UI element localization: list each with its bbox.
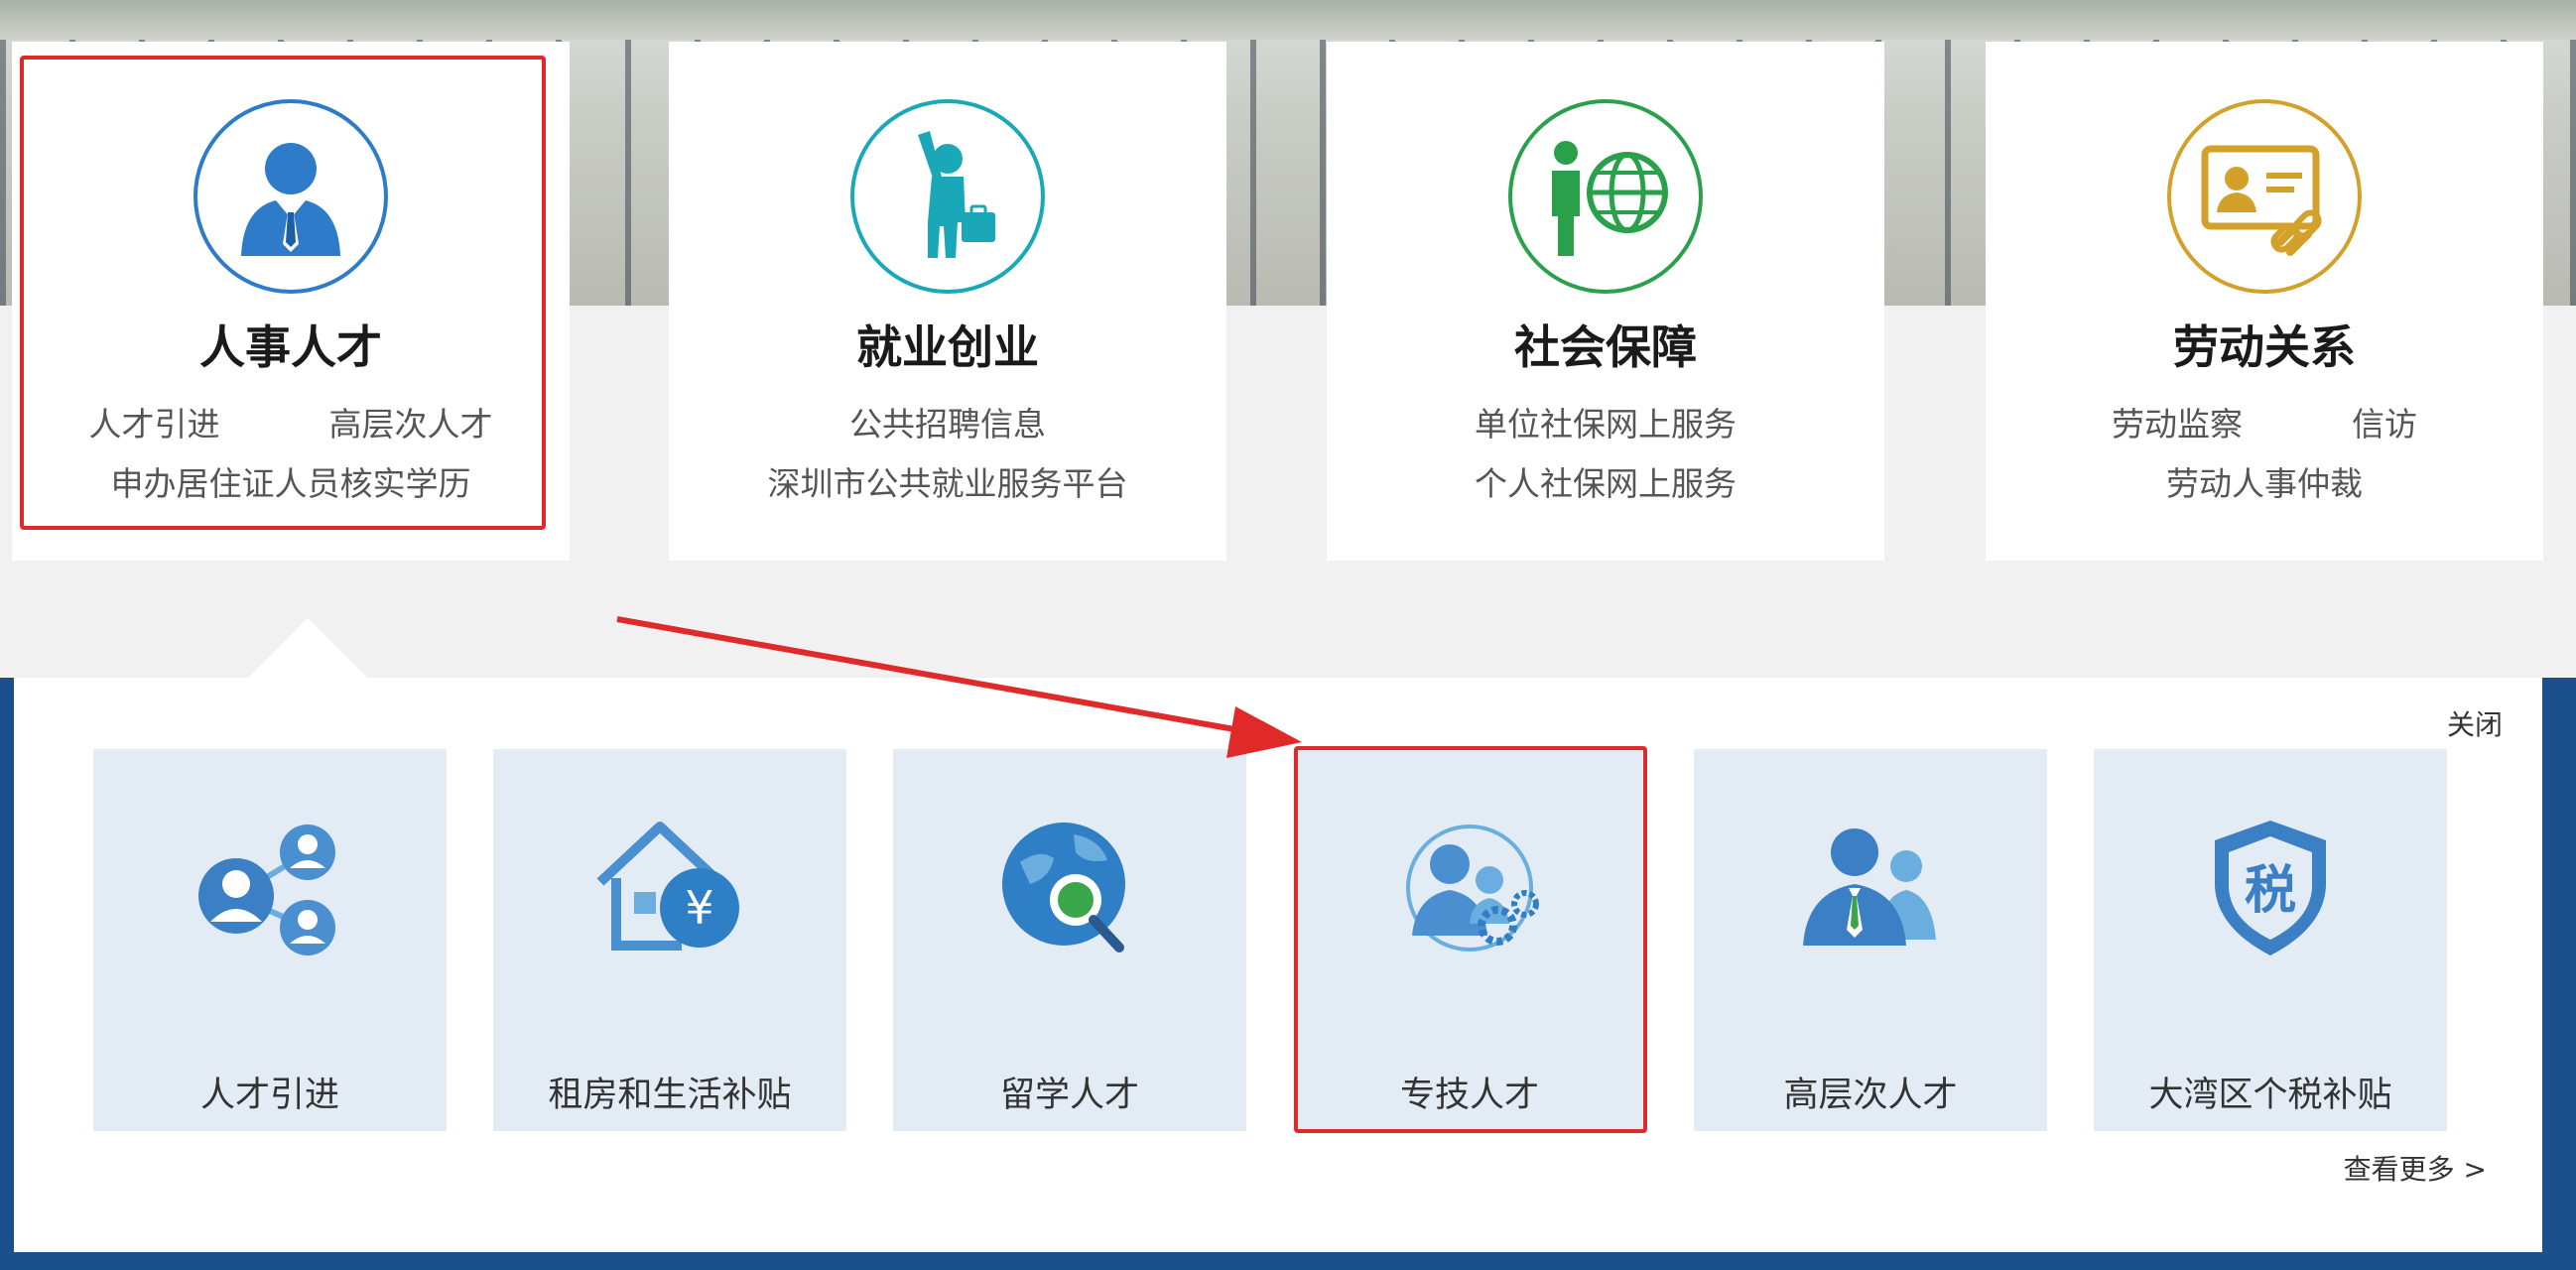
tile-label: 留学人才 bbox=[999, 1076, 1139, 1115]
highlight-box-professional-talent bbox=[1294, 746, 1647, 1133]
tile-overseas-talent[interactable]: 留学人才 bbox=[893, 749, 1246, 1131]
tile-label: 大湾区个税补贴 bbox=[2148, 1076, 2392, 1115]
tile-housing-subsidy[interactable]: ¥ 租房和生活补贴 bbox=[493, 749, 846, 1131]
link-employer-social-security[interactable]: 单位社保网上服务 bbox=[1475, 395, 1737, 454]
close-button[interactable]: 关闭 bbox=[2447, 703, 2503, 743]
tile-senior-talent[interactable]: 高层次人才 bbox=[1694, 749, 2047, 1131]
id-card-link-icon bbox=[2167, 99, 2362, 294]
tile-label: 人才引进 bbox=[199, 1076, 339, 1115]
globe-search-icon bbox=[1002, 823, 1125, 952]
highlight-box-hr-talent bbox=[20, 56, 546, 530]
view-more-link[interactable]: 查看更多 > bbox=[2344, 1148, 2487, 1188]
background-blue-strip bbox=[0, 678, 14, 1270]
link-labor-arbitration[interactable]: 劳动人事仲裁 bbox=[2166, 454, 2363, 514]
panel-pointer bbox=[246, 618, 369, 680]
tile-greater-bay-area-tax-subsidy[interactable]: 税 大湾区个税补贴 bbox=[2094, 749, 2447, 1131]
link-public-recruitment[interactable]: 公共招聘信息 bbox=[849, 395, 1046, 454]
talent-network-icon bbox=[198, 825, 335, 955]
category-card-employment[interactable]: 就业创业 公共招聘信息 深圳市公共就业服务平台 bbox=[669, 42, 1226, 561]
svg-text:¥: ¥ bbox=[685, 881, 713, 935]
globe-person-icon bbox=[1508, 99, 1703, 294]
link-labor-inspection[interactable]: 劳动监察 bbox=[2112, 395, 2243, 454]
link-personal-social-security[interactable]: 个人社保网上服务 bbox=[1475, 454, 1737, 514]
link-employment-service-platform[interactable]: 深圳市公共就业服务平台 bbox=[768, 454, 1128, 514]
tile-talent-introduction[interactable]: 人才引进 bbox=[93, 749, 447, 1131]
category-card-labor-relations[interactable]: 劳动关系 劳动监察 信访 劳动人事仲裁 bbox=[1986, 42, 2543, 561]
svg-text:税: 税 bbox=[2245, 861, 2296, 921]
background-blue-strip bbox=[0, 1252, 2576, 1270]
talent-services-panel: 关闭 人才引进 ¥ 租房和生活补贴 留学人才 专技人才 高层次人才 税 大湾区个… bbox=[14, 678, 2542, 1252]
senior-talent-icon bbox=[1803, 828, 1936, 946]
job-seeker-icon bbox=[850, 99, 1045, 294]
category-title: 就业创业 bbox=[856, 320, 1039, 374]
background-blue-strip bbox=[2542, 678, 2576, 1270]
category-title: 劳动关系 bbox=[2173, 320, 2356, 374]
category-card-social-security[interactable]: 社会保障 单位社保网上服务 个人社保网上服务 bbox=[1327, 42, 1884, 561]
category-title: 社会保障 bbox=[1514, 320, 1697, 374]
tile-label: 高层次人才 bbox=[1783, 1076, 1958, 1115]
tile-label: 租房和生活补贴 bbox=[548, 1076, 792, 1115]
housing-subsidy-icon: ¥ bbox=[596, 822, 739, 951]
link-petition[interactable]: 信访 bbox=[2352, 395, 2417, 454]
tax-shield-icon: 税 bbox=[2215, 821, 2326, 955]
